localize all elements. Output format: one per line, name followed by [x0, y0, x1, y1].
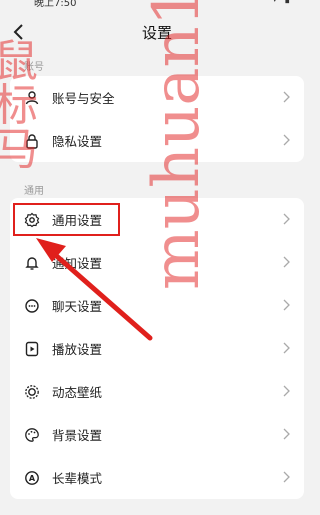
bell-icon — [24, 255, 40, 271]
general-card: 通用设置 通知设置 聊天设置 播放设置 动态壁纸 背景设置 A 长辈模式 — [10, 198, 304, 499]
settings-item-playback[interactable]: 播放设置 — [10, 327, 304, 370]
status-icons: ▾ ▮ — [272, 0, 292, 5]
settings-item-account-security[interactable]: 账号与安全 — [10, 76, 304, 119]
settings-item-label: 聊天设置 — [52, 299, 103, 314]
page-title: 设置 — [141, 24, 172, 42]
settings-item-notification[interactable]: 通知设置 — [10, 241, 304, 284]
chevron-right-icon — [283, 134, 290, 146]
chevron-right-icon — [283, 213, 290, 225]
section-label-general: 通用 — [24, 186, 44, 197]
status-bar: 晚上7:50 ▾ ▮ — [0, 0, 314, 10]
settings-item-privacy[interactable]: 隐私设置 — [10, 119, 304, 162]
settings-item-live-wallpaper[interactable]: 动态壁纸 — [10, 370, 304, 413]
chevron-right-icon — [283, 385, 290, 397]
settings-item-background[interactable]: 背景设置 — [10, 413, 304, 456]
settings-item-label: 播放设置 — [52, 342, 103, 357]
person-icon — [24, 90, 40, 106]
account-card: 账号与安全 隐私设置 — [10, 76, 304, 162]
play-icon — [24, 341, 40, 357]
elder-mode-icon: A — [24, 470, 40, 486]
header: 设置 — [0, 10, 314, 54]
chevron-right-icon — [283, 471, 290, 483]
chevron-right-icon — [283, 91, 290, 103]
settings-item-chat[interactable]: 聊天设置 — [10, 284, 304, 327]
settings-item-label: 账号与安全 — [52, 91, 115, 106]
chevron-right-icon — [283, 428, 290, 440]
settings-item-label: 通知设置 — [52, 256, 103, 271]
wallpaper-icon — [24, 384, 40, 400]
settings-item-label: 动态壁纸 — [52, 385, 103, 400]
highlight-box — [13, 203, 120, 236]
palette-icon — [24, 427, 40, 443]
chevron-right-icon — [283, 299, 290, 311]
settings-item-label: 长辈模式 — [52, 471, 103, 486]
section-label-account: 账号 — [24, 62, 44, 73]
settings-item-elder-mode[interactable]: A 长辈模式 — [10, 456, 304, 499]
chevron-right-icon — [283, 342, 290, 354]
chat-icon — [24, 298, 40, 314]
settings-item-label: 隐私设置 — [52, 134, 103, 149]
svg-text:A: A — [29, 474, 36, 483]
status-time: 晚上7:50 — [34, 0, 77, 9]
chevron-right-icon — [283, 256, 290, 268]
settings-item-label: 背景设置 — [52, 428, 103, 443]
lock-icon — [24, 133, 40, 149]
